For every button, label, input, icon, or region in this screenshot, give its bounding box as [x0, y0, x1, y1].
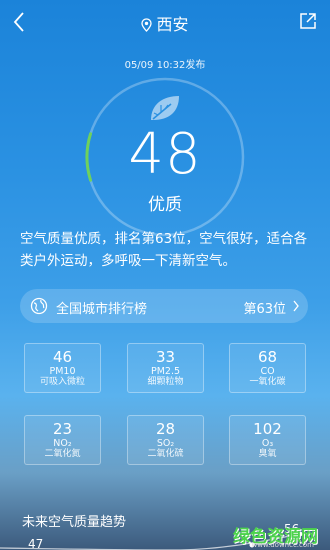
site-watermark: 绿色资源网 www.downcc.com: [218, 522, 318, 549]
pollutant-cn-name: 臭氧: [258, 449, 277, 459]
pollutant-tile-no2[interactable]: 23 NO₂ 二氧化氮: [24, 415, 101, 465]
ranking-value: 第63位: [243, 302, 286, 317]
city-title[interactable]: 西安: [0, 11, 330, 35]
globe-icon: [30, 297, 48, 315]
pollutant-value: 46: [52, 348, 73, 366]
share-icon[interactable]: [298, 11, 318, 31]
pollutant-name: PM2.5: [150, 366, 181, 377]
city-name: 西安: [156, 15, 189, 34]
publish-time: 05/09 10:32发布: [124, 60, 206, 71]
location-pin-icon: [141, 18, 153, 32]
pollutant-value: 28: [155, 420, 176, 438]
ranking-label: 全国城市排行榜: [56, 302, 148, 317]
app-header: 西安: [0, 0, 330, 44]
pollutant-cn-name: 一氧化碳: [249, 377, 286, 387]
pollutant-tile-co[interactable]: 68 CO 一氧化碳: [229, 343, 306, 393]
pollutant-tile-o3[interactable]: 102 O₃ 臭氧: [229, 415, 306, 465]
aqi-level: 优质: [148, 195, 182, 215]
pollutant-name: SO₂: [156, 438, 175, 449]
pollutant-value: 33: [155, 348, 176, 366]
pollutant-tile-pm25[interactable]: 33 PM2.5 细颗粒物: [127, 343, 204, 393]
pollutant-cn-name: 二氧化硫: [147, 449, 184, 459]
pollutant-name: NO₂: [53, 438, 72, 449]
chevron-right-icon: [293, 300, 299, 312]
pollutant-cn-name: 可吸入微粒: [39, 377, 85, 387]
pollutant-tile-so2[interactable]: 28 SO₂ 二氧化硫: [127, 415, 204, 465]
pollutant-cn-name: 二氧化氮: [44, 449, 81, 459]
city-ranking-button[interactable]: 全国城市排行榜 第63位: [20, 289, 308, 323]
watermark-url: www.downcc.com: [251, 541, 314, 549]
trend-value-label: 47: [28, 537, 43, 550]
pollutant-tile-pm10[interactable]: 46 PM10 可吸入微粒: [24, 343, 101, 393]
aqi-value: 48: [128, 122, 202, 187]
pollutant-value: 23: [52, 420, 73, 438]
pollutant-name: CO: [260, 366, 275, 377]
air-quality-description: 空气质量优质，排名第63位，空气很好，适合各类户外运动，多呼吸一下清新空气。: [20, 231, 308, 269]
pollutant-name: O₃: [261, 438, 274, 449]
pollutant-value: 102: [253, 420, 282, 438]
pollutant-value: 68: [257, 348, 278, 366]
pollutant-cn-name: 细颗粒物: [147, 377, 184, 387]
leaf-icon: [151, 96, 179, 120]
pollutant-name: PM10: [49, 366, 76, 377]
